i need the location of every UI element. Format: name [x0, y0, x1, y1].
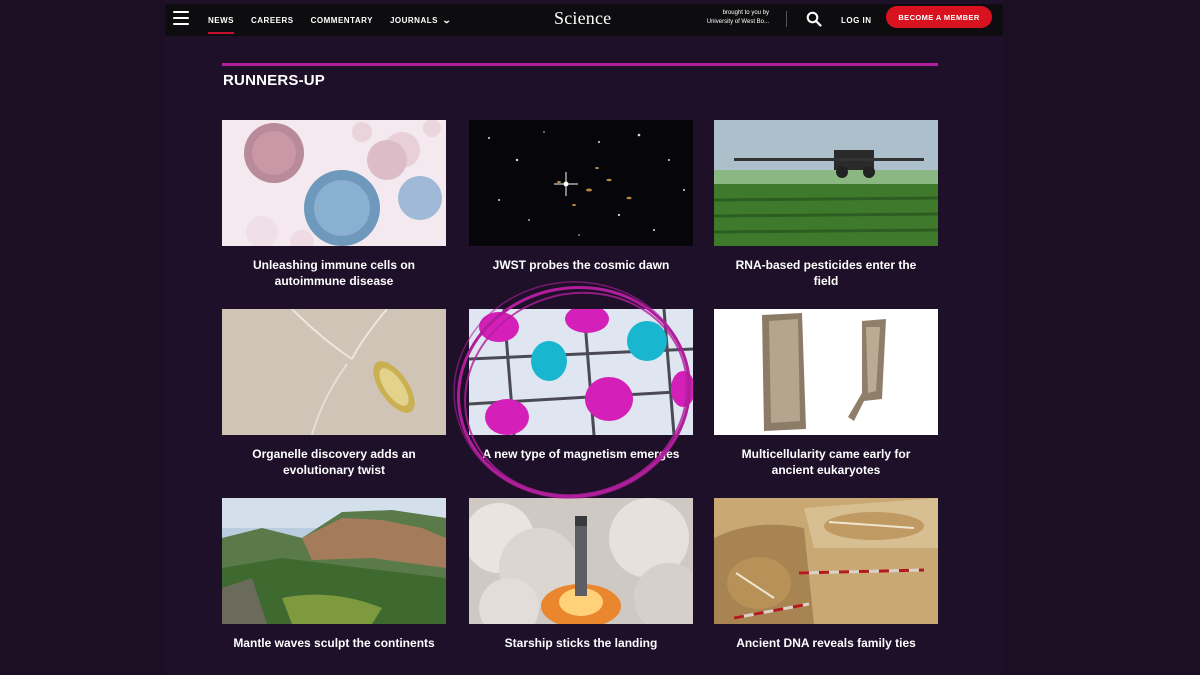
institution-access: brought to you by University of West Bo.…: [665, 9, 769, 27]
nav-journals-label: JOURNALS: [389, 15, 438, 25]
login-link[interactable]: LOG IN: [841, 16, 872, 25]
section-title: RUNNERS-UP: [223, 72, 326, 89]
article-image-immune[interactable]: [222, 120, 446, 246]
article-title[interactable]: Starship sticks the landing: [469, 635, 693, 651]
article-image-rna[interactable]: [714, 120, 938, 246]
article-card-ancient-dna[interactable]: Ancient DNA reveals family ties: [714, 498, 938, 651]
article-image-starship[interactable]: [469, 498, 693, 624]
nav-links: NEWS CAREERS COMMENTARY JOURNALS ⌄: [208, 4, 468, 36]
article-title[interactable]: JWST probes the cosmic dawn: [469, 257, 693, 273]
article-image-organelle[interactable]: [222, 309, 446, 435]
become-member-button[interactable]: BECOME A MEMBER: [886, 6, 992, 28]
article-title[interactable]: Organelle discovery adds an evolutionary…: [222, 446, 446, 478]
article-image-ancient-dna[interactable]: [714, 498, 938, 624]
search-icon[interactable]: [806, 11, 822, 27]
nav-divider: [786, 11, 787, 27]
brought-label: brought to you by: [722, 10, 769, 16]
top-navigation-bar: NEWS CAREERS COMMENTARY JOURNALS ⌄ Scienc…: [165, 4, 1003, 36]
article-card-rna[interactable]: RNA-based pesticides enter the field: [714, 120, 938, 289]
article-card-mantle[interactable]: Mantle waves sculpt the continents: [222, 498, 446, 651]
article-title[interactable]: Ancient DNA reveals family ties: [714, 635, 938, 651]
article-card-immune[interactable]: Unleashing immune cells on autoimmune di…: [222, 120, 446, 289]
article-title[interactable]: RNA-based pesticides enter the field: [714, 257, 938, 289]
nav-careers[interactable]: CAREERS: [251, 16, 294, 25]
article-title[interactable]: Unleashing immune cells on autoimmune di…: [222, 257, 446, 289]
article-title[interactable]: Mantle waves sculpt the continents: [222, 635, 446, 651]
article-card-starship[interactable]: Starship sticks the landing: [469, 498, 693, 651]
menu-icon[interactable]: [173, 11, 189, 25]
nav-news[interactable]: NEWS: [208, 16, 234, 34]
section-divider: [222, 63, 938, 66]
site-logo[interactable]: Science: [554, 8, 611, 29]
article-image-jwst[interactable]: [469, 120, 693, 246]
chevron-down-icon: ⌄: [441, 14, 453, 25]
nav-commentary[interactable]: COMMENTARY: [311, 16, 373, 25]
article-card-organelle[interactable]: Organelle discovery adds an evolutionary…: [222, 309, 446, 478]
article-image-mantle[interactable]: [222, 498, 446, 624]
article-card-multicellularity[interactable]: Multicellularity came early for ancient …: [714, 309, 938, 478]
article-image-multicellularity[interactable]: [714, 309, 938, 435]
nav-journals[interactable]: JOURNALS ⌄: [389, 14, 453, 26]
article-image-magnetism[interactable]: [469, 309, 693, 435]
article-card-magnetism[interactable]: A new type of magnetism emerges: [469, 309, 693, 462]
institution-name: University of West Bo...: [706, 19, 769, 25]
article-title[interactable]: A new type of magnetism emerges: [469, 446, 693, 462]
article-title[interactable]: Multicellularity came early for ancient …: [714, 446, 938, 478]
article-card-jwst[interactable]: JWST probes the cosmic dawn: [469, 120, 693, 273]
